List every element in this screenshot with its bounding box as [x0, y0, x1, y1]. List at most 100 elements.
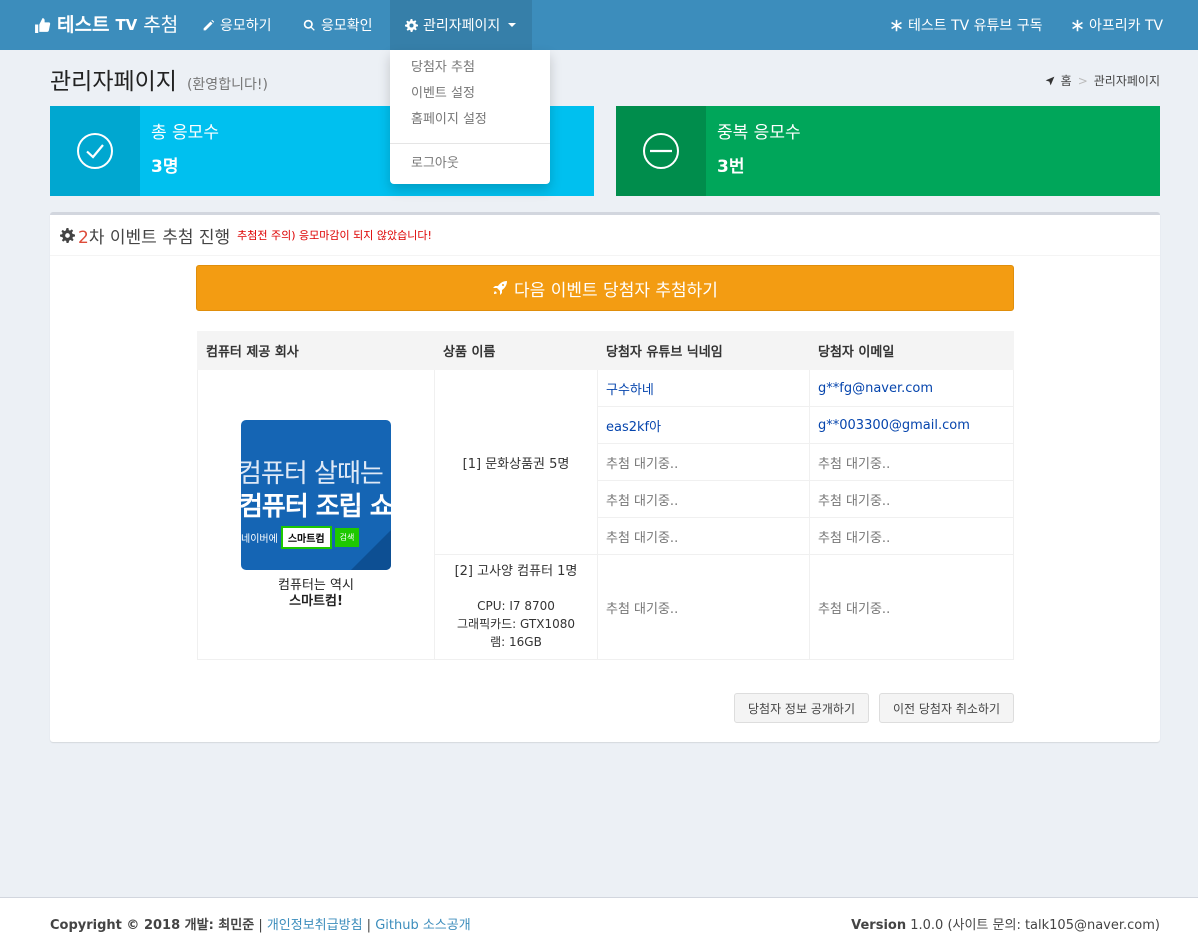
- col-nickname: 당첨자 유튜브 닉네임: [597, 331, 810, 370]
- prize-2-cpu: CPU: I7 8700: [477, 599, 555, 613]
- nav-afreeca-label: 아프리카 TV: [1089, 18, 1164, 34]
- footer: Copyright © 2018 개발: 최민준 | 개인정보취급방침 | Gi…: [0, 897, 1198, 946]
- footer-right: Version 1.0.0 (사이트 문의: talk105@naver.com…: [851, 914, 1160, 933]
- breadcrumb-separator: >: [1077, 73, 1088, 88]
- nav-afreeca[interactable]: 아프리카 TV: [1056, 0, 1178, 50]
- winner-nickname: eas2kf아: [597, 406, 810, 444]
- top-navbar: 테스트 TV 추첨 응모하기 응모확인 관리자페이지 테스트 TV 유튜브 구독…: [0, 0, 1198, 50]
- brand-suffix: 추첨: [143, 14, 179, 36]
- nav-check[interactable]: 응모확인: [288, 0, 388, 50]
- winner-nickname: 추첨 대기중..: [597, 480, 810, 518]
- info-icon-area: [50, 106, 140, 196]
- box-title: 2차 이벤트 추첨 진행: [78, 223, 230, 248]
- col-email: 당첨자 이메일: [809, 331, 1014, 370]
- info-content: 중복 응모수 3번: [706, 106, 1160, 196]
- winner-email: 추첨 대기중..: [809, 480, 1014, 518]
- menu-item-homepage-settings[interactable]: 홈페이지 설정: [390, 108, 550, 134]
- search-icon: [303, 19, 315, 31]
- draw-warning: 추첨전 주의) 응모마감이 되지 않았습니다!: [237, 229, 432, 242]
- banner-line2: 컴퓨터 조립 쇼: [241, 491, 391, 522]
- page-title: 관리자페이지: [50, 69, 177, 95]
- menu-item-draw[interactable]: 당첨자 추첨: [390, 56, 550, 82]
- minus-circle-icon: [643, 133, 679, 169]
- prize-1: [1] 문화상품권 5명: [434, 369, 598, 555]
- sponsor-caption-line1: 컴퓨터는 역시: [278, 577, 354, 593]
- winner-email: g**003300@gmail.com: [809, 406, 1014, 444]
- rocket-icon: [493, 281, 508, 295]
- admin-dropdown-menu: 당첨자 추첨 이벤트 설정 홈페이지 설정 로그아웃: [390, 50, 550, 184]
- check-circle-icon: [77, 133, 113, 169]
- box-header: 2차 이벤트 추첨 진행 추첨전 주의) 응모마감이 되지 않았습니다!: [50, 215, 1160, 256]
- nav-apply-label: 응모하기: [220, 18, 272, 34]
- footer-version-text: 1.0.0 (사이트 문의: talk105@naver.com): [910, 918, 1160, 933]
- menu-divider: [390, 143, 550, 144]
- winner-email: 추첨 대기중..: [809, 443, 1014, 481]
- sponsor-caption: 컴퓨터는 역시 스마트컴!: [206, 578, 426, 610]
- breadcrumb-current: 관리자페이지: [1093, 74, 1160, 88]
- banner-corner: [351, 529, 391, 570]
- brand-link[interactable]: 테스트 TV 추첨: [34, 0, 178, 50]
- table-header-row: 컴퓨터 제공 회사 상품 이름 당첨자 유튜브 닉네임 당첨자 이메일: [197, 331, 1014, 370]
- prize-2: [2] 고사양 컴퓨터 1명 CPU: I7 8700 그래픽카드: GTX10…: [434, 554, 598, 660]
- location-arrow-icon: [1045, 76, 1055, 85]
- asterisk-icon: [1072, 19, 1083, 31]
- page-header: 관리자페이지 (환영합니다!): [50, 62, 268, 96]
- footer-left: Copyright © 2018 개발: 최민준 | 개인정보취급방침 | Gi…: [50, 918, 471, 933]
- sponsor-banner[interactable]: 컴퓨터 살때는 컴퓨터 조립 쇼 네이버에 스마트컴 검색: [241, 419, 391, 570]
- col-prize: 상품 이름: [434, 331, 598, 370]
- cancel-previous-winner-button[interactable]: 이전 당첨자 취소하기: [879, 693, 1014, 723]
- winner-email: 추첨 대기중..: [809, 517, 1014, 555]
- info-icon-area: [616, 106, 706, 196]
- nav-admin-dropdown[interactable]: 관리자페이지: [390, 0, 532, 50]
- prize-2-ram: 램: 16GB: [490, 635, 542, 649]
- nav-apply[interactable]: 응모하기: [187, 0, 287, 50]
- winner-email: 추첨 대기중..: [809, 554, 1014, 660]
- table-row: 컴퓨터 살때는 컴퓨터 조립 쇼 네이버에 스마트컴 검색 컴퓨터는 역시 스마…: [197, 369, 1014, 660]
- thumbs-up-icon: [35, 17, 51, 33]
- event-round: 2: [78, 227, 89, 248]
- footer-github-link[interactable]: Github 소스공개: [375, 918, 471, 933]
- col-sponsor: 컴퓨터 제공 회사: [197, 331, 435, 370]
- nav-youtube-label: 테스트 TV 유튜브 구독: [908, 18, 1043, 34]
- banner-line3: 네이버에 스마트컴 검색: [241, 525, 360, 549]
- gear-icon: [405, 18, 418, 32]
- menu-item-event-settings[interactable]: 이벤트 설정: [390, 82, 550, 108]
- banner-search-box: 스마트컴: [280, 525, 332, 549]
- footer-copyright: Copyright © 2018 개발: 최민준: [50, 918, 255, 933]
- gear-icon: [60, 227, 75, 243]
- banner-naver: 네이버에: [241, 533, 278, 545]
- nav-youtube[interactable]: 테스트 TV 유튜브 구독: [875, 0, 1058, 50]
- publish-winners-button[interactable]: 당첨자 정보 공개하기: [734, 693, 869, 723]
- event-draw-box: 2차 이벤트 추첨 진행 추첨전 주의) 응모마감이 되지 않았습니다! 다음 …: [50, 212, 1160, 742]
- winner-nickname: 추첨 대기중..: [597, 517, 810, 555]
- brand-tv: TV: [115, 16, 138, 34]
- duplicate-entries-label: 중복 응모수: [717, 123, 801, 143]
- page-subtitle: (환영합니다!): [186, 77, 268, 93]
- caret-down-icon: [508, 23, 517, 27]
- footer-version-label: Version: [851, 918, 907, 933]
- sponsor-caption-line2: 스마트컴!: [289, 593, 343, 609]
- duplicate-entries-box: 중복 응모수 3번: [616, 106, 1160, 196]
- asterisk-icon: [891, 19, 902, 31]
- menu-item-logout[interactable]: 로그아웃: [390, 152, 550, 178]
- nav-admin-label: 관리자페이지: [423, 18, 501, 34]
- breadcrumb: 홈 > 관리자페이지: [1045, 72, 1160, 89]
- winner-nickname: 추첨 대기중..: [597, 554, 810, 660]
- winners-table: 컴퓨터 제공 회사 상품 이름 당첨자 유튜브 닉네임 당첨자 이메일 컴퓨터 …: [197, 331, 1014, 660]
- breadcrumb-home[interactable]: 홈: [1061, 72, 1072, 89]
- duplicate-entries-value: 3번: [717, 157, 745, 177]
- footer-privacy-link[interactable]: 개인정보취급방침: [267, 918, 363, 933]
- prize-2-spacer: [439, 581, 593, 597]
- nav-check-label: 응모확인: [321, 18, 373, 34]
- winner-email: g**fg@naver.com: [809, 369, 1014, 407]
- winner-nickname: 추첨 대기중..: [597, 443, 810, 481]
- brand-main: 테스트: [57, 14, 110, 36]
- banner-line1: 컴퓨터 살때는: [241, 458, 384, 489]
- winner-nickname: 구수하네: [597, 369, 810, 407]
- draw-button-label: 다음 이벤트 당첨자 추첨하기: [514, 280, 718, 301]
- event-title: 차 이벤트 추첨 진행: [88, 227, 231, 248]
- draw-next-winner-button[interactable]: 다음 이벤트 당첨자 추첨하기: [196, 265, 1014, 311]
- pencil-icon: [203, 19, 215, 30]
- prize-2-gpu: 그래픽카드: GTX1080: [456, 617, 576, 631]
- prize-2-title: [2] 고사양 컴퓨터 1명: [454, 564, 578, 579]
